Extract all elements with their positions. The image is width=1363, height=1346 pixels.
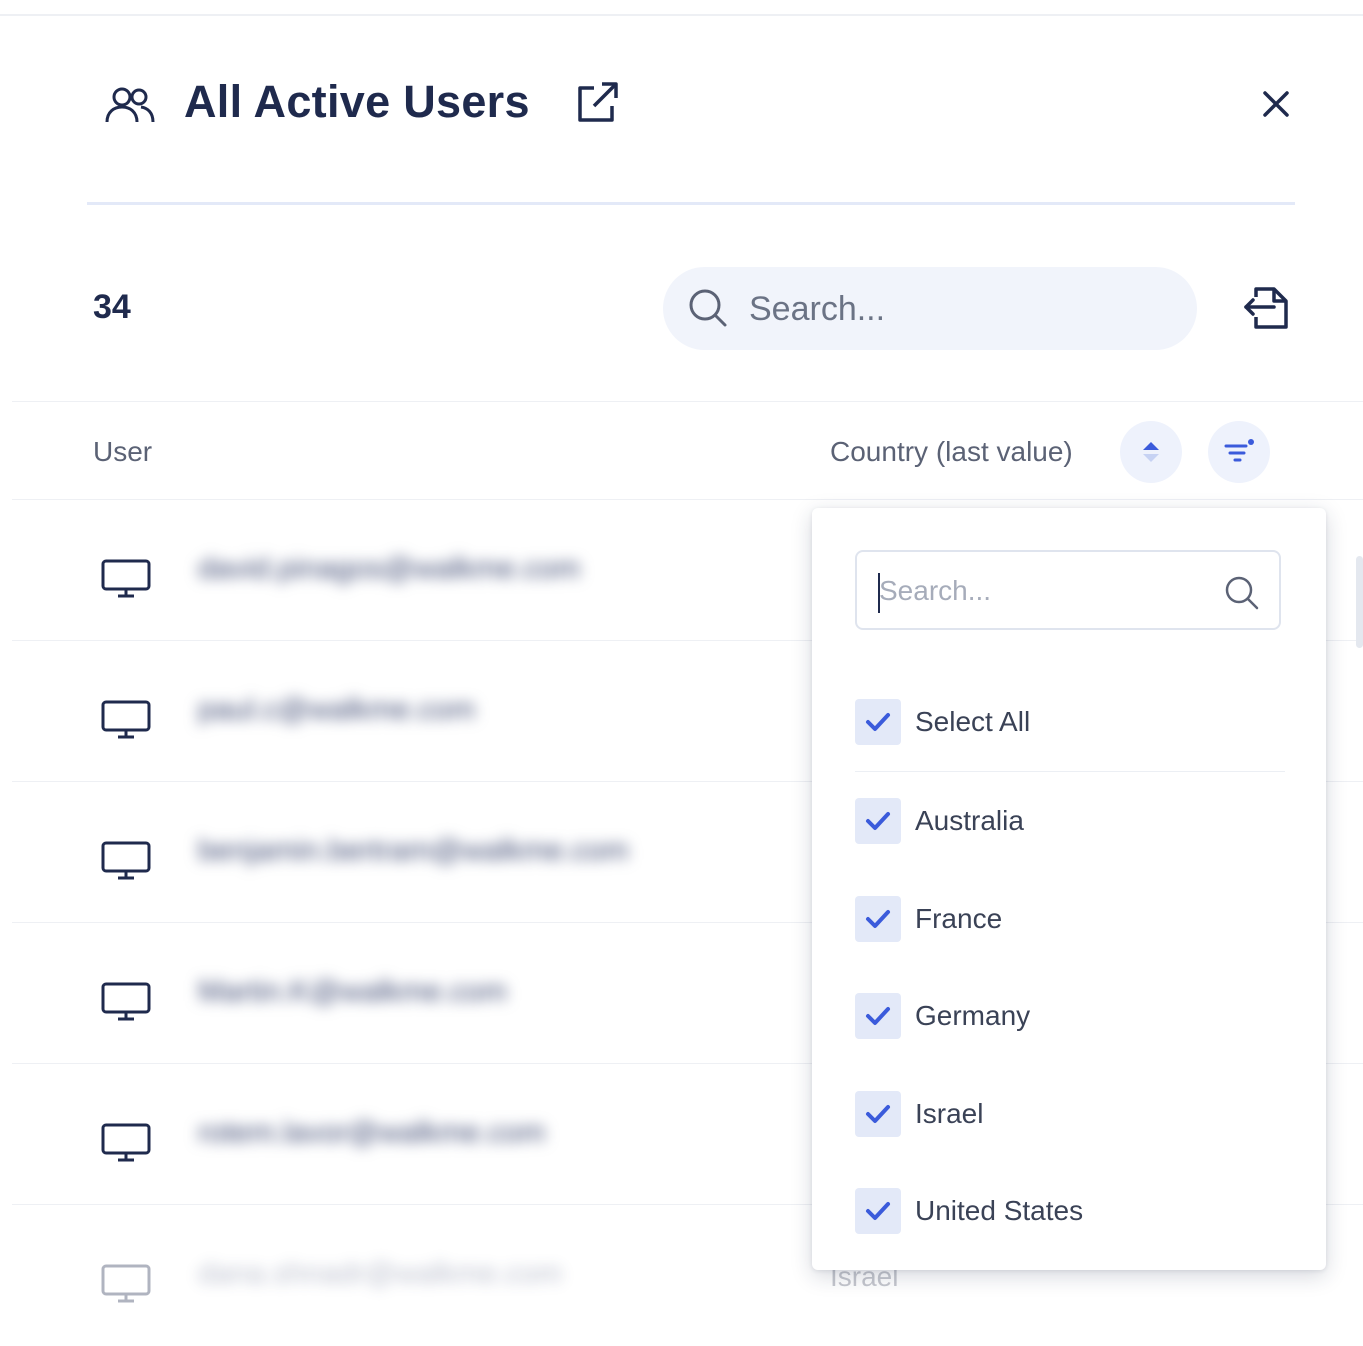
- desktop-icon: [101, 1123, 151, 1162]
- filter-icon: [1224, 439, 1254, 462]
- close-icon[interactable]: [1258, 86, 1294, 122]
- search-bar[interactable]: [663, 267, 1197, 350]
- user-email[interactable]: paul.c@walkme.com: [198, 693, 475, 727]
- option-label: Israel: [915, 1098, 984, 1129]
- page-title: All Active Users: [184, 76, 530, 127]
- divider: [855, 771, 1285, 772]
- users-icon: [105, 87, 155, 123]
- user-count: 34: [93, 288, 131, 326]
- check-icon: [866, 1007, 890, 1025]
- check-icon: [866, 713, 890, 731]
- filter-button[interactable]: [1208, 421, 1270, 483]
- user-email[interactable]: rotem.lavor@walkme.com: [198, 1116, 545, 1150]
- filter-option-germany[interactable]: Germany: [855, 993, 1285, 1041]
- user-email[interactable]: david.pinagos@walkme.com: [198, 552, 580, 586]
- check-icon: [866, 812, 890, 830]
- desktop-icon: [101, 559, 151, 598]
- sort-button[interactable]: [1120, 421, 1182, 483]
- check-icon: [866, 1202, 890, 1220]
- header-divider: [87, 202, 1295, 205]
- search-icon: [1225, 576, 1259, 610]
- checkbox[interactable]: [855, 798, 901, 844]
- option-label: Australia: [915, 805, 1024, 836]
- checkbox[interactable]: [855, 1091, 901, 1137]
- check-icon: [866, 910, 890, 928]
- scrollbar-thumb[interactable]: [1356, 556, 1363, 648]
- user-email[interactable]: dana.shnadr@walkme.com: [198, 1257, 562, 1291]
- option-label: Select All: [915, 706, 1031, 737]
- checkbox[interactable]: [855, 993, 901, 1039]
- search-icon: [689, 289, 727, 327]
- option-label: Germany: [915, 1000, 1031, 1031]
- search-input[interactable]: [747, 285, 1171, 333]
- column-header-country[interactable]: Country (last value): [830, 436, 1073, 468]
- filter-option-israel[interactable]: Israel: [855, 1091, 1285, 1139]
- table-header-border: [12, 401, 1363, 402]
- filter-search-box[interactable]: [855, 550, 1281, 630]
- top-edge: [0, 0, 1363, 16]
- open-external-icon[interactable]: [574, 80, 620, 126]
- checkbox[interactable]: [855, 1188, 901, 1234]
- option-label: United States: [915, 1195, 1084, 1226]
- column-header-user[interactable]: User: [93, 436, 152, 468]
- filter-search-input[interactable]: [877, 568, 1211, 614]
- option-label: France: [915, 903, 1003, 934]
- filter-option-united-states[interactable]: United States: [855, 1188, 1285, 1236]
- checkbox[interactable]: [855, 699, 901, 745]
- desktop-icon: [101, 982, 151, 1021]
- export-icon[interactable]: [1240, 283, 1294, 331]
- desktop-icon: [101, 841, 151, 880]
- desktop-icon: [101, 1264, 151, 1303]
- filter-option-australia[interactable]: Australia: [855, 798, 1285, 846]
- user-email[interactable]: Martin.K@walkme.com: [198, 975, 507, 1009]
- user-email[interactable]: benjamin.bertram@walkme.com: [198, 834, 629, 868]
- text-caret: [878, 573, 880, 613]
- checkbox[interactable]: [855, 896, 901, 942]
- filter-option-select-all[interactable]: Select All: [855, 699, 1285, 747]
- country-filter-dropdown: Select All Australia France Germany Isra…: [812, 508, 1326, 1270]
- desktop-icon: [101, 700, 151, 739]
- filter-option-france[interactable]: France: [855, 896, 1285, 944]
- sort-icon: [1143, 442, 1159, 462]
- check-icon: [866, 1105, 890, 1123]
